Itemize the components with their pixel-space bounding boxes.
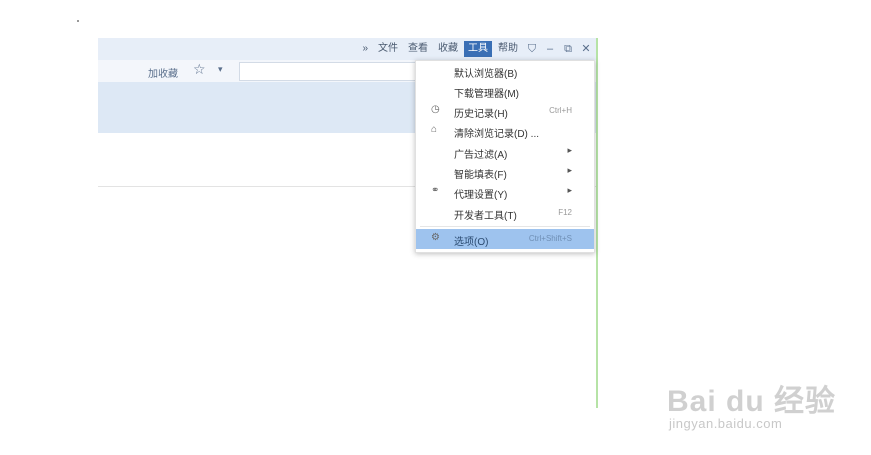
menu-item-label: 历史记录(H) — [454, 109, 508, 120]
menu-item-options[interactable]: ⚙ 选项(O) Ctrl+Shift+S — [416, 229, 594, 249]
menu-help[interactable]: 帮助 — [494, 41, 522, 57]
menu-tools[interactable]: 工具 — [464, 41, 492, 57]
add-favorite-button[interactable]: 加收藏 — [148, 65, 178, 80]
menu-item-label: 清除浏览记录(D) ... — [454, 129, 539, 140]
menu-item-label: 广告过滤(A) — [454, 150, 508, 161]
close-icon[interactable]: ✕ — [578, 41, 594, 57]
window-border — [596, 38, 598, 408]
menu-file[interactable]: 文件 — [374, 41, 402, 57]
menu-item-ad-filter[interactable]: 广告过滤(A) ▸ — [416, 142, 594, 162]
menu-item-developer-tools[interactable]: 开发者工具(T) F12 — [416, 203, 594, 223]
clock-icon: ◷ — [431, 104, 440, 115]
menu-separator — [420, 226, 590, 227]
menu-item-clear-history[interactable]: ⌂ 清除浏览记录(D) ... — [416, 121, 594, 141]
menu-item-proxy-settings[interactable]: ⚭ 代理设置(Y) ▸ — [416, 182, 594, 202]
gear-icon: ⚙ — [431, 232, 440, 243]
menu-overflow-button[interactable]: » — [358, 41, 372, 57]
menu-item-label: 下载管理器(M) — [454, 89, 519, 100]
menu-item-download-manager[interactable]: 下载管理器(M) — [416, 81, 594, 101]
menu-item-history[interactable]: ◷ 历史记录(H) Ctrl+H — [416, 101, 594, 121]
baidu-watermark-url: jingyan.baidu.com — [669, 416, 783, 431]
menu-item-default-browser[interactable]: 默认浏览器(B) — [416, 61, 594, 81]
search-input[interactable] — [239, 62, 416, 81]
menu-item-label: 选项(O) — [454, 237, 489, 248]
menu-bar: » 文件 查看 收藏 工具 帮助 ⛉ – ⧉ ✕ — [358, 40, 594, 58]
menu-item-smart-fill[interactable]: 智能填表(F) ▸ — [416, 162, 594, 182]
tools-dropdown-menu: 默认浏览器(B) 下载管理器(M) ◷ 历史记录(H) Ctrl+H ⌂ 清除浏… — [415, 60, 595, 253]
menu-item-label: 开发者工具(T) — [454, 211, 517, 222]
menu-item-label: 智能填表(F) — [454, 170, 507, 181]
menu-item-shortcut: Ctrl+H — [549, 106, 572, 115]
menu-view[interactable]: 查看 — [404, 41, 432, 57]
chevron-down-icon[interactable]: ▾ — [218, 64, 223, 75]
minimize-icon[interactable]: – — [542, 41, 558, 57]
menu-item-label: 代理设置(Y) — [454, 190, 508, 201]
menu-item-shortcut: Ctrl+Shift+S — [528, 234, 572, 243]
star-icon[interactable]: ☆ — [193, 61, 206, 78]
eraser-icon: ⌂ — [431, 124, 438, 135]
chevron-right-icon: ▸ — [567, 185, 572, 195]
stray-dot — [77, 20, 79, 22]
menu-item-shortcut: F12 — [558, 208, 572, 217]
shield-icon[interactable]: ⛉ — [524, 41, 540, 57]
link-icon: ⚭ — [431, 185, 440, 196]
restore-icon[interactable]: ⧉ — [560, 41, 576, 57]
menu-item-label: 默认浏览器(B) — [454, 69, 518, 80]
baidu-watermark-logo: Bai du 经验 — [667, 385, 837, 418]
menu-favorites[interactable]: 收藏 — [434, 41, 462, 57]
title-bar: » 文件 查看 收藏 工具 帮助 ⛉ – ⧉ ✕ — [98, 38, 596, 60]
chevron-right-icon: ▸ — [567, 165, 572, 175]
chevron-right-icon: ▸ — [567, 145, 572, 155]
